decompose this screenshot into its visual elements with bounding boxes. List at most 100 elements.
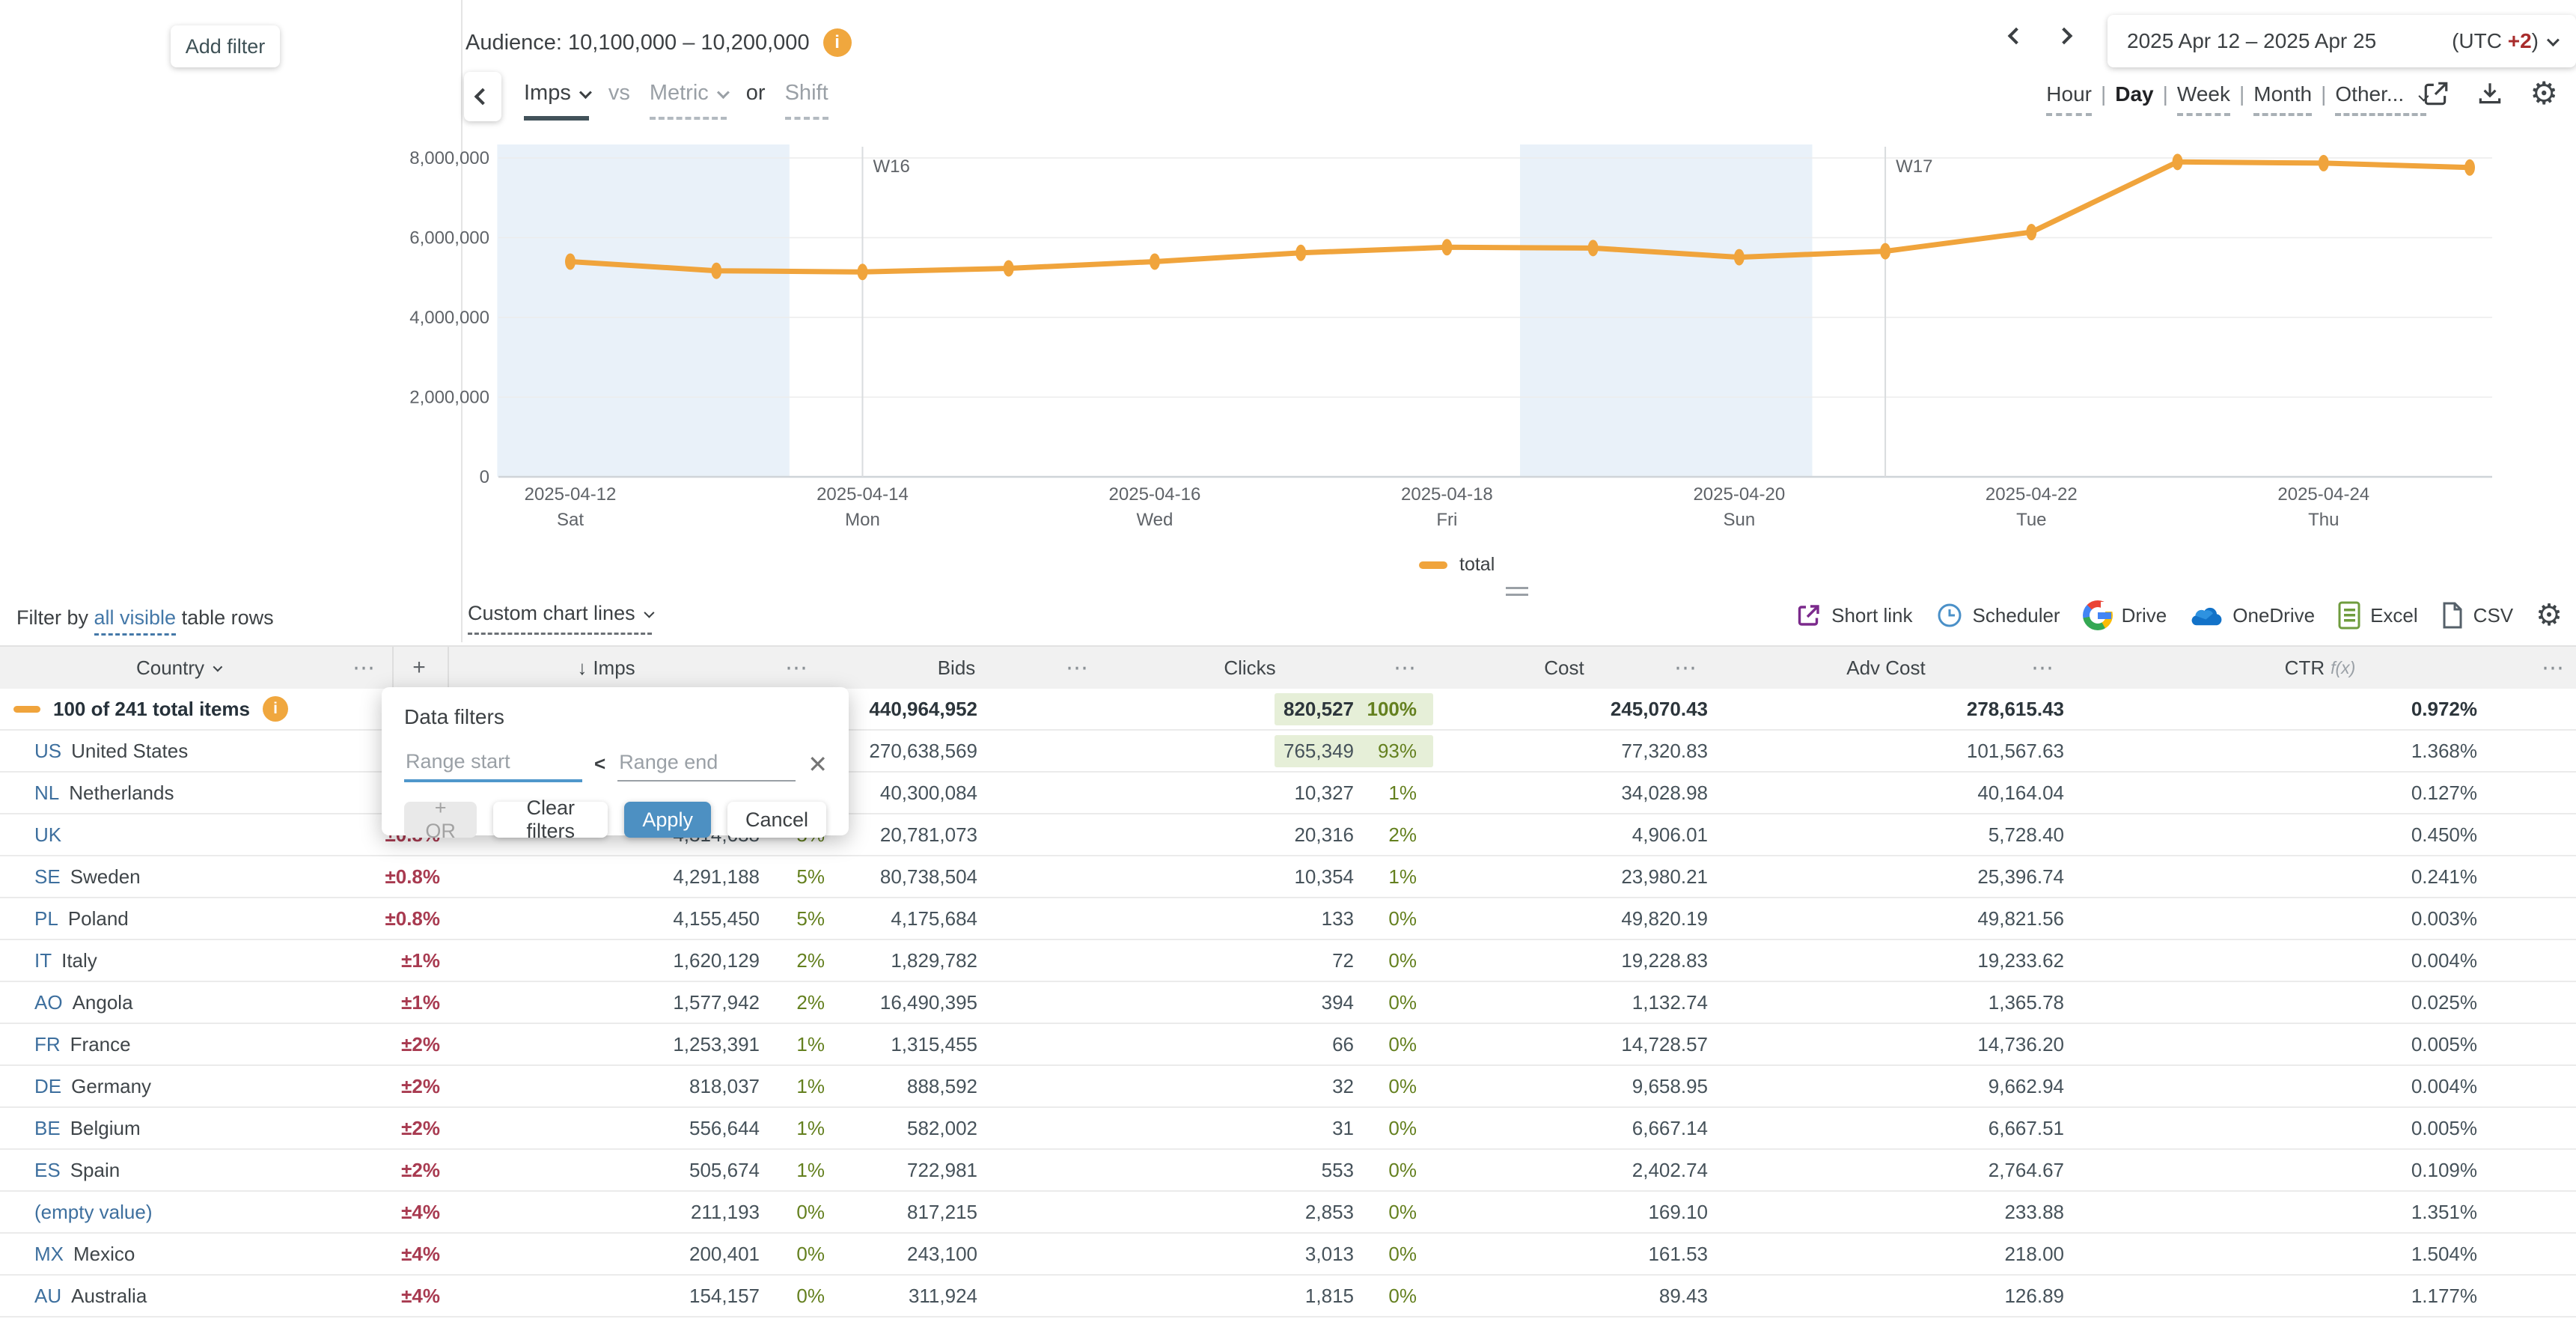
cell-adv-cost: 40,164.04 [1710,782,2066,805]
csv-export-button[interactable]: CSV [2441,601,2513,630]
range-start-input[interactable] [404,746,582,782]
svg-text:2025-04-22: 2025-04-22 [1986,484,2078,505]
custom-chart-lines-dropdown[interactable]: Custom chart lines [468,602,652,635]
adv-cost-column-menu[interactable]: ⋯ [2031,647,2055,689]
cell-adv-cost: 1,365.78 [1710,991,2066,1014]
column-header-imps[interactable]: ↓Imps [577,647,635,689]
cell-bids: 80,738,504 [831,865,980,889]
cell-cost: 245,070.43 [1433,698,1710,721]
cell-bids: 582,002 [831,1117,980,1140]
or-button[interactable]: + OR [404,802,477,838]
table-row[interactable]: (empty value)±4%211,1930%817,2152,8530%1… [0,1192,2576,1234]
cell-adv-cost: 218.00 [1710,1243,2066,1266]
cell-imps: 1,620,1292% [449,949,831,972]
country-code: IT [34,949,52,972]
column-header-adv-cost[interactable]: Adv Cost [1846,647,1926,689]
resize-handle[interactable] [1506,587,1528,596]
onedrive-button[interactable]: OneDrive [2189,603,2315,627]
cell-ctr: 1.368% [2066,740,2488,763]
country-column-menu[interactable]: ⋯ [352,647,376,689]
table-row[interactable]: ITItaly±1%1,620,1292%1,829,782720%19,228… [0,940,2576,982]
country-code: US [34,740,61,763]
column-header-country[interactable]: Country [136,647,220,689]
cell-clicks: 320% [980,1075,1433,1098]
column-header-clicks[interactable]: Clicks [1224,647,1275,689]
cell-cost: 161.53 [1433,1243,1710,1266]
cell-adv-cost: 19,233.62 [1710,949,2066,972]
cell-country: AUAustralia [0,1285,329,1308]
add-column-button[interactable]: + [412,647,426,689]
table-row[interactable]: FRFrance±2%1,253,3911%1,315,455660%14,72… [0,1024,2576,1066]
country-name: Netherlands [69,782,174,805]
table-row[interactable]: AUAustralia±4%154,1570%311,9241,8150%89.… [0,1276,2576,1318]
clear-filters-button[interactable]: Clear filters [493,802,608,838]
cell-clicks: 20,3162% [980,823,1433,847]
svg-text:Thu: Thu [2308,510,2339,530]
country-code: FR [34,1033,61,1056]
range-end-input[interactable] [617,746,796,782]
timeseries-chart: 02,000,0004,000,0006,000,0008,000,000W16… [0,0,2576,539]
less-than-label: < [594,752,605,776]
table-row[interactable]: DEGermany±2%818,0371%888,592320%9,658.95… [0,1066,2576,1108]
svg-text:2025-04-18: 2025-04-18 [1401,484,1493,505]
cell-bids: 243,100 [831,1243,980,1266]
imps-column-menu[interactable]: ⋯ [785,647,809,689]
column-header-cost[interactable]: Cost [1544,647,1584,689]
scheduler-button[interactable]: Scheduler [1935,601,2060,630]
excel-export-button[interactable]: Excel [2337,601,2418,630]
info-icon[interactable]: i [263,696,288,722]
cell-clicks: 1330% [980,907,1433,930]
cell-bids: 1,829,782 [831,949,980,972]
bids-column-menu[interactable]: ⋯ [1066,647,1090,689]
cell-country: NLNetherlands [0,782,329,805]
table-row[interactable]: ESSpain±2%505,6741%722,9815530%2,402.742… [0,1150,2576,1192]
cell-adv-cost: 2,764.67 [1710,1159,2066,1182]
table-row[interactable]: SESweden±0.8%4,291,1885%80,738,50410,354… [0,856,2576,898]
cell-country: MX Mexico [0,1243,329,1266]
country-code: MX [34,1243,64,1266]
chart-legend[interactable]: total [1419,554,1495,576]
total-items-label: 100 of 241 total items [53,698,250,721]
cell-country: ITItaly [0,949,329,972]
country-code: ES [34,1159,61,1182]
cell-error-margin: ±4% [329,1243,449,1266]
table-settings-gear-icon[interactable]: ⚙ [2536,600,2563,630]
table-row[interactable]: AOAngola±1%1,577,9422%16,490,3953940%1,1… [0,982,2576,1024]
svg-text:Fri: Fri [1436,510,1457,530]
table-row[interactable]: PLPoland±0.8%4,155,4505%4,175,6841330%49… [0,898,2576,940]
cell-bids: 1,315,455 [831,1033,980,1056]
cost-column-menu[interactable]: ⋯ [1674,647,1698,689]
svg-text:W17: W17 [1896,156,1932,177]
country-name: Belgium [70,1117,141,1140]
chart-canvas[interactable]: 02,000,0004,000,0006,000,0008,000,000W16… [0,0,2576,539]
all-visible-link[interactable]: all visible [94,606,177,636]
cell-clicks: 720% [980,949,1433,972]
cell-ctr: 0.005% [2066,1033,2488,1056]
google-drive-button[interactable]: Drive [2083,600,2167,630]
svg-text:2025-04-16: 2025-04-16 [1109,484,1201,505]
column-header-bids[interactable]: Bids [938,647,976,689]
apply-button[interactable]: Apply [624,802,711,838]
country-name: Mexico [73,1243,135,1266]
column-header-ctr[interactable]: CTRf(x) [2285,647,2356,689]
cell-error-margin: ±1% [329,991,449,1014]
country-name: Spain [70,1159,120,1182]
table-row[interactable]: BEBelgium±2%556,6441%582,002310%6,667.14… [0,1108,2576,1150]
clicks-column-menu[interactable]: ⋯ [1394,647,1417,689]
svg-text:6,000,000: 6,000,000 [409,228,489,249]
cell-clicks: 310% [980,1117,1433,1140]
short-link-icon [1795,602,1822,629]
cell-ctr: 0.450% [2066,823,2488,847]
cell-bids: 270,638,569 [831,740,980,763]
table-row[interactable]: MXMexico±4%200,4010%243,1003,0130%161.53… [0,1234,2576,1276]
close-icon[interactable]: ✕ [808,752,828,776]
cell-country: PLPoland [0,907,329,930]
svg-text:2025-04-24: 2025-04-24 [2277,484,2369,505]
cell-adv-cost: 126.89 [1710,1285,2066,1308]
cancel-button[interactable]: Cancel [727,802,826,838]
cell-country: FRFrance [0,1033,329,1056]
short-link-button[interactable]: Short link [1795,602,1912,629]
cell-bids: 722,981 [831,1159,980,1182]
ctr-column-menu[interactable]: ⋯ [2542,647,2566,689]
cell-ctr: 0.003% [2066,907,2488,930]
